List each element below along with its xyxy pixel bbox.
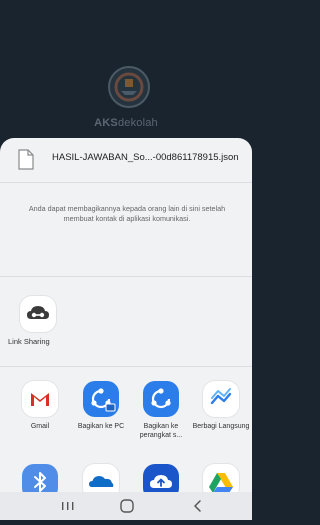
bagikan-ke-perangkat-icon <box>143 381 179 417</box>
share-sheet: HASIL-JAWABAN_So...-00d861178915.json An… <box>0 138 252 500</box>
bagikan-ke-pc-icon <box>83 381 119 417</box>
navigation-bar <box>0 492 252 520</box>
divider <box>0 366 252 367</box>
share-app-gmail[interactable]: Gmail <box>11 381 69 431</box>
link-sharing-button[interactable] <box>20 296 56 332</box>
divider <box>0 276 252 277</box>
app-logo-icon <box>108 66 150 108</box>
share-app-label: Bagikan ke PC <box>77 423 125 430</box>
recent-apps-button[interactable] <box>58 499 78 513</box>
file-name: HASIL-JAWABAN_So...-00d861178915.json <box>52 152 239 163</box>
share-hint-text: Anda dapat membagikannya kepada orang la… <box>28 204 226 223</box>
app-name: AKSdekolah <box>94 117 158 129</box>
back-button[interactable] <box>194 500 201 512</box>
share-app-pc[interactable]: Bagikan ke PC <box>72 381 130 431</box>
share-app-berbagi-langsung[interactable]: Berbagi Langsung <box>192 381 250 431</box>
berbagi-langsung-icon <box>203 381 239 417</box>
file-icon <box>18 149 34 170</box>
gmail-icon <box>22 381 58 417</box>
home-button[interactable] <box>120 499 134 513</box>
status-bar <box>0 0 252 18</box>
share-app-label: Berbagi Langsung <box>192 423 250 430</box>
link-sharing-label: Link Sharing <box>8 337 50 346</box>
share-app-perangkat[interactable]: Bagikan ke perangkat s... <box>132 381 190 440</box>
link-sharing-icon <box>27 306 49 319</box>
file-row: HASIL-JAWABAN_So...-00d861178915.json <box>0 138 252 182</box>
share-app-label: Bagikan ke perangkat s... <box>139 423 183 439</box>
divider <box>0 182 252 183</box>
share-app-label: Gmail <box>30 423 50 430</box>
